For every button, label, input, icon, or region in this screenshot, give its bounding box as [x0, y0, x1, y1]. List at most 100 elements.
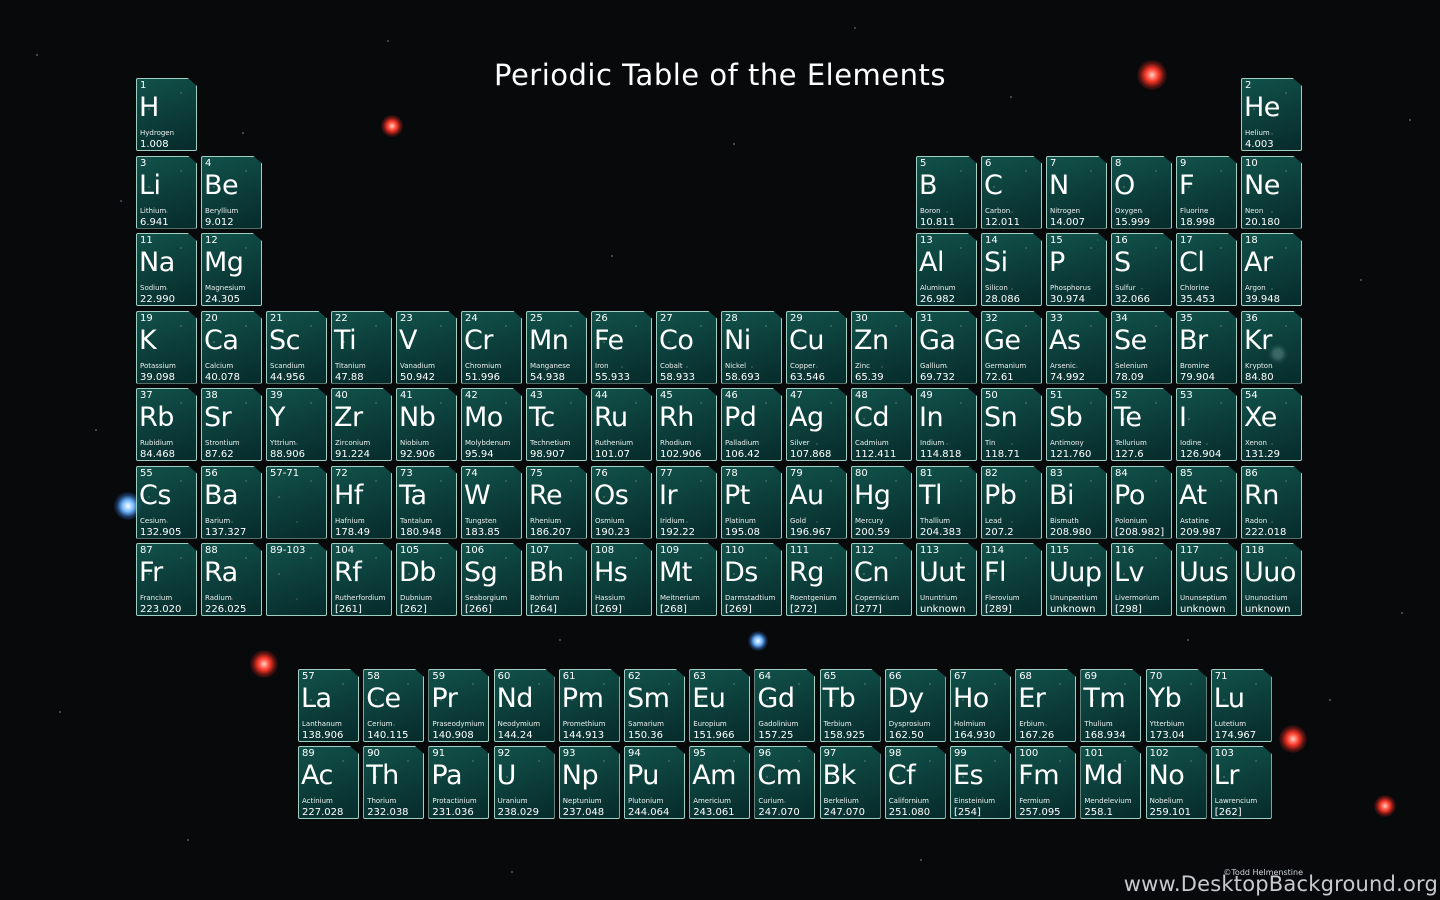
element-cell: 118 Uuo Ununoctium unknown	[1241, 543, 1302, 616]
element-symbol: Pd	[724, 402, 757, 433]
atomic-mass: 39.098	[140, 371, 175, 383]
atomic-mass: 22.990	[140, 294, 175, 305]
atomic-mass: 190.23	[595, 526, 630, 538]
element-name: Radon	[1245, 516, 1268, 525]
atomic-mass: 15.999	[1115, 216, 1150, 228]
atomic-mass: 209.987	[1180, 526, 1222, 538]
element-cell: 68 Er Erbium 167.26	[1015, 669, 1077, 742]
element-cell: 92 U Uranium 238.029	[493, 746, 555, 819]
atomic-mass: unknown	[1245, 604, 1291, 615]
element-symbol: Fm	[1018, 760, 1060, 791]
element-cell: 49 In Indium 114.818	[916, 388, 977, 461]
element-name: Francium	[140, 594, 173, 602]
atomic-mass: 40.078	[205, 371, 240, 383]
atomic-number: 107	[530, 545, 550, 556]
element-cell: 90 Th Thorium 232.038	[363, 746, 425, 819]
atomic-mass: 180.948	[400, 526, 442, 538]
element-name: Hafnium	[335, 516, 365, 525]
atomic-mass: 44.956	[270, 371, 305, 383]
atomic-number: 81	[920, 467, 933, 479]
atomic-number: 33	[1050, 312, 1063, 324]
element-name: Hassium	[595, 594, 626, 602]
element-cell: 97 Bk Berkelium 247.070	[819, 746, 881, 819]
element-name: Cerium	[367, 720, 393, 728]
element-symbol: Er	[1018, 683, 1046, 714]
atomic-number: 114	[985, 545, 1005, 556]
element-cell: 41 Nb Niobium 92.906	[396, 388, 457, 461]
element-name: Osmium	[595, 516, 625, 525]
element-name: Cobalt	[660, 361, 683, 370]
atomic-mass: 95.94	[465, 449, 494, 460]
element-name: Beryllium	[205, 206, 239, 215]
element-symbol: Ar	[1244, 247, 1273, 278]
element-symbol: Uup	[1049, 557, 1102, 588]
atomic-mass: 259.101	[1149, 807, 1191, 818]
element-symbol: Cs	[139, 479, 171, 511]
element-symbol: S	[1114, 247, 1131, 278]
atomic-mass: [264]	[530, 604, 557, 615]
element-symbol: Ho	[953, 683, 989, 714]
element-name: Ununtrium	[920, 594, 958, 602]
element-cell: 72 Hf Hafnium 178.49	[331, 465, 392, 539]
element-symbol: Bk	[822, 760, 857, 791]
element-name: Neon	[1245, 206, 1264, 215]
element-cell: 56 Ba Barium 137.327	[201, 465, 262, 539]
element-symbol: Ge	[984, 324, 1021, 356]
atomic-mass: 58.933	[660, 371, 695, 383]
atomic-number: 17	[1180, 235, 1193, 246]
element-symbol: Eu	[692, 683, 726, 714]
element-symbol: Bh	[529, 557, 564, 588]
element-cell: 7 N Nitrogen 14.007	[1046, 155, 1107, 229]
atomic-mass: unknown	[920, 604, 966, 615]
series-placeholder-cell: 57-71	[266, 465, 327, 539]
atomic-number: 89	[302, 748, 315, 759]
element-symbol: Np	[561, 760, 599, 791]
atomic-mass: 204.383	[920, 526, 962, 538]
element-symbol: Uut	[919, 557, 965, 588]
element-cell: 9 F Fluorine 18.998	[1176, 155, 1237, 229]
element-cell: 45 Rh Rhodium 102.906	[656, 388, 717, 461]
element-cell: 117 Uus Ununseptium unknown	[1176, 543, 1237, 616]
element-cell: 11 Na Sodium 22.990	[136, 233, 197, 306]
element-symbol: Rg	[789, 557, 824, 588]
element-symbol: Ne	[1244, 169, 1280, 201]
element-symbol: Bi	[1049, 479, 1075, 511]
element-symbol: Au	[789, 479, 824, 511]
element-name: Gadolinium	[758, 720, 799, 728]
atomic-number: 82	[985, 467, 998, 479]
atomic-number: 64	[758, 671, 772, 682]
element-symbol: Cl	[1179, 247, 1205, 278]
element-cell: 53 I Iodine 126.904	[1176, 388, 1237, 461]
atomic-number: 79	[790, 467, 803, 479]
atomic-mass: 50.942	[400, 371, 435, 383]
element-symbol: Ir	[659, 479, 678, 511]
element-name: Lawrencium	[1214, 797, 1258, 805]
element-symbol: Tc	[529, 402, 555, 433]
atomic-mass: 30.974	[1050, 294, 1085, 305]
atomic-number: 22	[335, 312, 348, 324]
atomic-mass: 196.967	[790, 526, 832, 538]
atomic-mass: 132.905	[140, 526, 182, 538]
atomic-mass: 167.26	[1019, 730, 1055, 741]
element-symbol: Al	[919, 247, 944, 278]
element-symbol: Fr	[139, 557, 163, 588]
element-name: Americium	[693, 797, 731, 805]
element-symbol: N	[1049, 169, 1069, 201]
element-symbol: Mn	[529, 324, 569, 356]
atomic-mass: 251.080	[888, 807, 931, 818]
element-name: Carbon	[985, 206, 1011, 215]
element-cell: 87 Fr Francium 223.020	[136, 543, 197, 616]
atomic-number: 48	[855, 390, 868, 401]
atomic-number: 43	[530, 390, 543, 401]
element-name: Polonium	[1115, 516, 1148, 525]
element-cell: 116 Lv Livermorium [298]	[1111, 543, 1172, 616]
atomic-mass: 106.42	[725, 449, 760, 460]
element-symbol: Mt	[659, 557, 692, 588]
atomic-mass: [254]	[954, 807, 981, 818]
element-name: Xenon	[1245, 439, 1267, 447]
atomic-number: 10	[1245, 157, 1258, 169]
element-symbol: W	[464, 479, 491, 511]
atomic-mass: 131.29	[1245, 449, 1280, 460]
atomic-mass: 140.115	[367, 730, 409, 741]
element-cell: 64 Gd Gadolinium 157.25	[754, 669, 816, 742]
